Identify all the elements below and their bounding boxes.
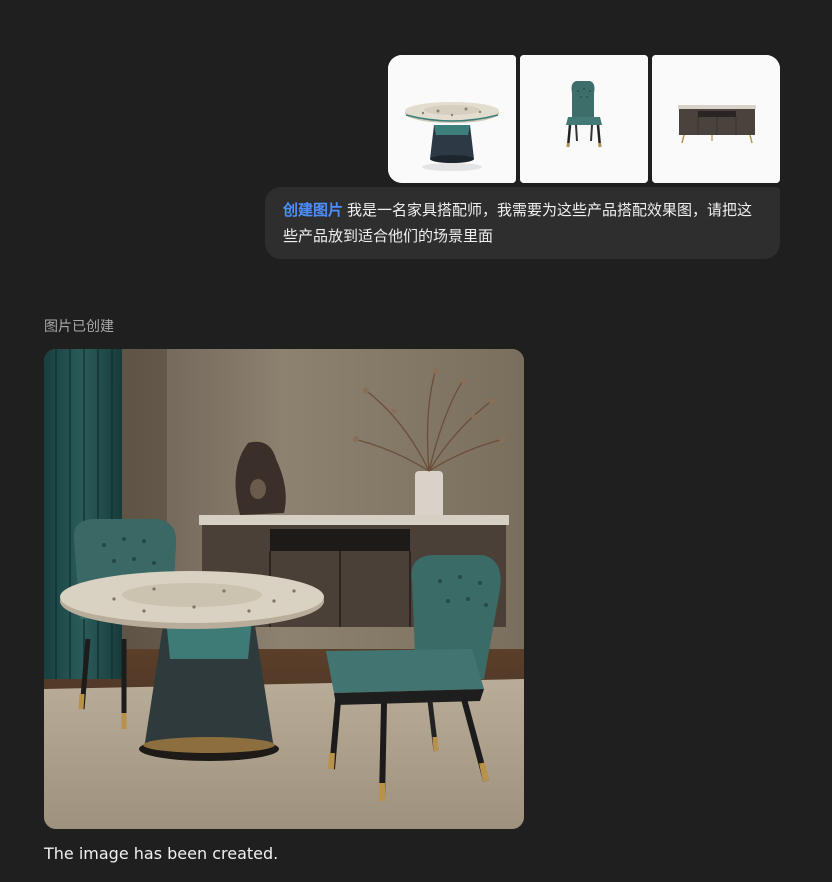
attachment-round-table[interactable] bbox=[388, 55, 516, 183]
generated-image[interactable] bbox=[44, 349, 524, 829]
response-caption: The image has been created. bbox=[44, 844, 279, 863]
create-image-tag[interactable]: 创建图片 bbox=[283, 201, 343, 219]
user-message-text: 我是一名家具搭配师，我需要为这些产品搭配效果图，请把这些产品放到适合他们的场景里… bbox=[283, 201, 753, 245]
attachment-sideboard[interactable] bbox=[652, 55, 780, 183]
sideboard-thumbnail-icon bbox=[652, 55, 780, 183]
image-created-status: 图片已创建 bbox=[44, 319, 114, 335]
user-message-bubble: 创建图片 我是一名家具搭配师，我需要为这些产品搭配效果图，请把这些产品放到适合他们… bbox=[265, 187, 780, 259]
generated-dining-room-image-icon bbox=[44, 349, 524, 829]
attachment-dining-chair[interactable] bbox=[520, 55, 648, 183]
dining-chair-thumbnail-icon bbox=[520, 55, 648, 183]
round-table-thumbnail-icon bbox=[388, 55, 516, 183]
attachment-row bbox=[388, 55, 780, 183]
